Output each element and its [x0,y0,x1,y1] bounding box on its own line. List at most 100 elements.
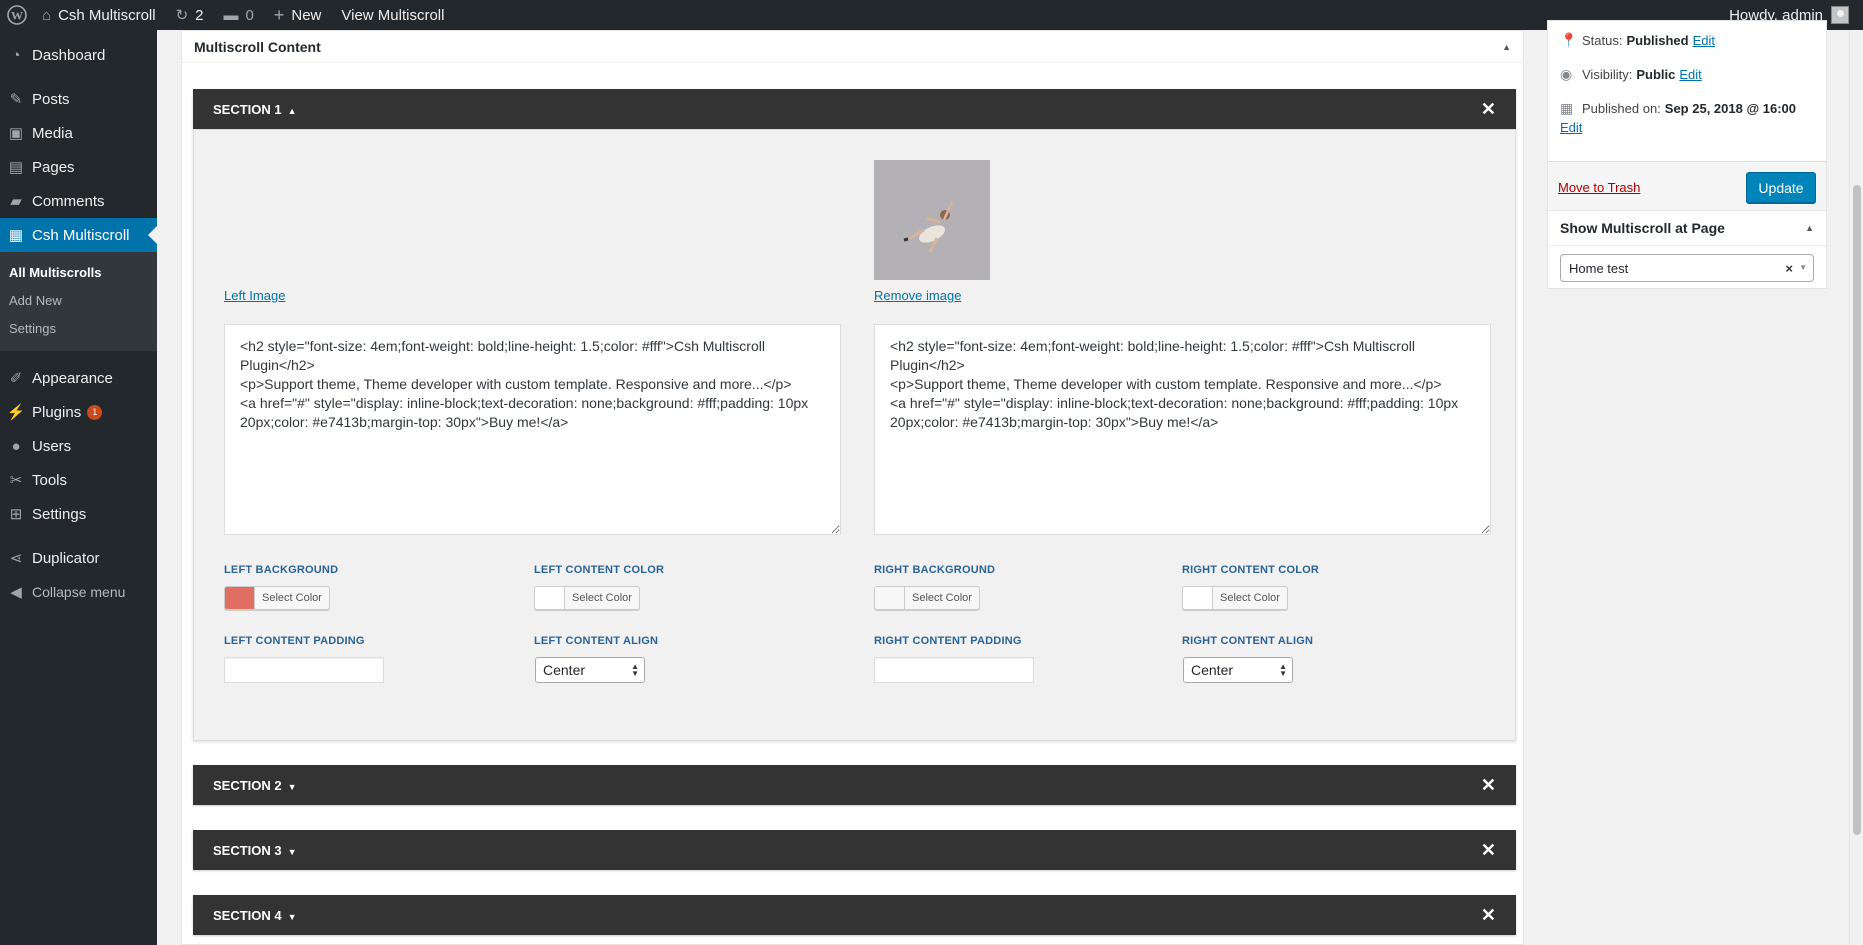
sidebar-item-label: Tools [32,471,68,489]
remove-section-icon[interactable]: ✕ [1481,840,1496,861]
collapse-menu-button[interactable]: ◀ Collapse menu [0,575,157,609]
right-content-align-select[interactable]: Center ▲ ▼ [1183,657,1293,683]
major-publishing-actions: Move to Trash Update [1548,161,1826,213]
published-value: Sep 25, 2018 @ 16:00 [1664,101,1796,116]
edit-date-link[interactable]: Edit [1560,120,1582,135]
caret-down-icon: ▼ [287,911,297,922]
page-box-title: Show Multiscroll at Page [1560,220,1725,236]
updates-icon: ↻ [175,7,189,24]
dashboard-icon: ◔ [11,46,21,64]
collapse-toggle-icon[interactable]: ▲ [1502,42,1511,52]
submenu-settings[interactable]: Settings [0,315,157,343]
wordpress-logo-icon[interactable]: W [2,0,32,30]
update-button[interactable]: Update [1746,172,1816,203]
left-content-color-swatch [535,587,565,609]
view-multiscroll-link[interactable]: View Multiscroll [331,0,454,30]
pin-icon: 📍 [1560,32,1578,48]
select-color-label: Select Color [572,592,632,604]
sidebar-item-pages[interactable]: ▤ Pages [0,150,157,184]
sidebar-item-duplicator[interactable]: ⋖ Duplicator [0,541,157,575]
section-1-header[interactable]: SECTION 1 ▲ ✕ [193,89,1516,129]
sidebar-item-media[interactable]: ▣ Media [0,116,157,150]
sidebar-item-label: Settings [32,505,87,523]
submenu-add-new[interactable]: Add New [0,287,157,315]
left-content-textarea[interactable] [224,324,841,535]
content-box-header[interactable]: Multiscroll Content ▲ [182,31,1523,63]
caret-down-icon: ▼ [287,781,297,792]
share-icon: ⋖ [9,550,23,567]
left-content-padding-input[interactable] [224,657,384,683]
sidebar-item-csh-multiscroll[interactable]: ▦ Csh Multiscroll [0,218,157,252]
section-4-header[interactable]: SECTION 4 ▼ ✕ [193,895,1516,935]
multiscroll-submenu: All Multiscrolls Add New Settings [0,252,157,351]
wrench-icon: ✂ [9,472,23,489]
page-box-header[interactable]: Show Multiscroll at Page ▲ [1548,211,1826,246]
sidebar-item-plugins[interactable]: ⚡ Plugins 1 [0,395,157,429]
site-name-link[interactable]: ⌂ Csh Multiscroll [32,0,166,30]
edit-status-link[interactable]: Edit [1693,33,1715,48]
right-content-textarea[interactable] [874,324,1491,535]
status-value: Published [1626,33,1689,48]
calendar-icon: ▦ [1560,100,1574,116]
media-icon: ▣ [8,125,24,142]
multiscroll-content-box: Multiscroll Content ▲ SECTION 1 ▲ ✕ Left … [181,30,1524,945]
left-background-picker[interactable]: Select Color [224,586,330,610]
sidebar-item-label: Pages [32,158,75,176]
visibility-value: Public [1636,67,1676,82]
updates-link[interactable]: ↻ 2 [166,0,214,30]
remove-section-icon[interactable]: ✕ [1481,905,1496,926]
published-label: Published on: [1582,101,1661,116]
select-color-label: Select Color [1220,592,1280,604]
edit-visibility-link[interactable]: Edit [1679,67,1701,82]
section-3-header[interactable]: SECTION 3 ▼ ✕ [193,830,1516,870]
right-content-padding-label: RIGHT CONTENT PADDING [874,635,1022,647]
right-content-color-picker[interactable]: Select Color [1182,586,1288,610]
collapse-toggle-icon[interactable]: ▲ [1805,223,1814,233]
caret-down-icon: ▼ [287,846,297,857]
sidebar-item-comments[interactable]: ▰ Comments [0,184,157,218]
remove-section-icon[interactable]: ✕ [1481,99,1496,120]
published-row: ▦ Published on: Sep 25, 2018 @ 16:00 [1560,100,1796,117]
sidebar-item-appearance[interactable]: ✐ Appearance [0,361,157,395]
new-content-link[interactable]: + New [264,0,332,30]
sidebar-item-dashboard[interactable]: ◔ Dashboard [0,38,157,72]
remove-section-icon[interactable]: ✕ [1481,775,1496,796]
home-icon: ⌂ [42,6,52,24]
comments-link[interactable]: ▬ 0 [214,0,264,30]
comment-bubble-icon: ▬ [223,6,239,24]
plugins-update-badge: 1 [87,404,103,420]
sidebar-item-label: Collapse menu [32,584,126,600]
site-name: Csh Multiscroll [58,6,156,24]
comments-count: 0 [245,6,254,24]
section-title: SECTION 3 [213,842,282,858]
page-select[interactable]: Home test × ▼ [1560,254,1814,282]
collapse-icon: ◀ [10,584,22,601]
sidebar-item-tools[interactable]: ✂ Tools [0,463,157,497]
sidebar-item-posts[interactable]: ✎ Posts [0,82,157,116]
remove-image-link[interactable]: Remove image [874,288,961,303]
sidebar-item-settings[interactable]: ⊞ Settings [0,497,157,531]
section-2-header[interactable]: SECTION 2 ▼ ✕ [193,765,1516,805]
scrollbar-thumb[interactable] [1853,185,1861,835]
updates-count: 2 [195,6,204,24]
left-image-link[interactable]: Left Image [224,288,285,303]
submenu-all-multiscrolls[interactable]: All Multiscrolls [0,259,157,287]
sidebar-item-users[interactable]: ● Users [0,429,157,463]
select-arrows-icon: ▲ ▼ [631,662,639,678]
svg-text:W: W [11,9,23,23]
right-content-color-label: RIGHT CONTENT COLOR [1182,564,1320,576]
right-background-picker[interactable]: Select Color [874,586,980,610]
select-color-label: Select Color [262,592,322,604]
chevron-down-icon: ▼ [1799,263,1807,272]
select-arrows-icon: ▲ ▼ [1279,662,1287,678]
right-content-padding-input[interactable] [874,657,1034,683]
sidebar-item-label: Comments [32,192,105,210]
left-content-color-picker[interactable]: Select Color [534,586,640,610]
left-content-align-select[interactable]: Center ▲ ▼ [535,657,645,683]
sidebar-item-label: Media [32,124,73,142]
multiscroll-icon: ▦ [8,227,24,244]
clear-selection-icon[interactable]: × [1785,261,1793,276]
page-scrollbar[interactable] [1849,30,1863,945]
users-icon: ● [11,437,21,455]
move-to-trash-link[interactable]: Move to Trash [1558,180,1640,195]
